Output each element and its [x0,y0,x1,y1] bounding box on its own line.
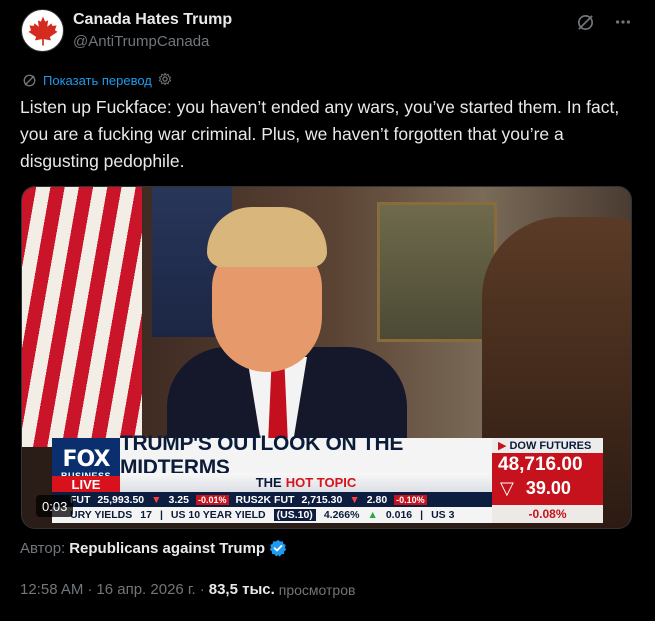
attribution: Автор: Republicans against Trump [20,539,287,557]
dow-title: ▶ DOW FUTURES [492,438,603,453]
grok-button[interactable] [575,12,595,32]
dow-change: ▽ 39.00 [500,478,571,498]
dow-value: 48,716.00 [498,454,583,475]
down-arrow-icon: ▽ [500,478,514,498]
more-button[interactable] [613,12,633,32]
dow-futures-box: ▶ DOW FUTURES 48,716.00 ▽ 39.00 -0.08% [492,438,603,523]
speaker-figure [167,207,407,467]
gear-icon[interactable] [158,72,172,89]
tweet-post: Canada Hates Trump @AntiTrumpCanada Пока… [0,0,655,621]
author-display-name[interactable]: Canada Hates Trump [73,9,232,31]
hot-label: HOT TOPIC [285,475,357,490]
verified-badge-icon [269,539,287,557]
separator: · [87,581,93,598]
down-arrow-icon: ▼ [151,493,162,506]
attribution-prefix: Автор: [20,539,66,557]
video-timer: 0:03 [36,495,74,517]
ticker-row-2: URY YIELDS 17 | US 10 YEAR YIELD (US.10)… [52,507,492,523]
network-name: FOX [62,447,111,472]
views-count: 83,5 тыс. [208,581,275,598]
post-date[interactable]: 16 апр. 2026 г. [96,581,195,598]
views-label: просмотров [278,581,356,598]
author-handle[interactable]: @AntiTrumpCanada [73,31,232,53]
hot-topic-bar: THE HOT TOPIC [120,473,492,492]
author-block: Canada Hates Trump @AntiTrumpCanada [73,9,232,53]
dow-pct: -0.08% [492,505,603,523]
maple-leaf-icon [28,16,57,45]
attribution-source[interactable]: Republicans against Trump [69,540,265,557]
translate-icon [23,74,36,87]
grok-icon [577,14,593,30]
separator: · [199,581,205,598]
more-icon [615,20,631,24]
market-ticker: FUT 25,993.50 ▼ 3.25 -0.01% RUS2K FUT 2,… [52,492,492,523]
hot-prefix: THE [255,475,282,490]
translate-bar: Показать перевод [22,72,172,89]
post-time[interactable]: 12:58 AM [20,581,83,598]
ticker-row-1: FUT 25,993.50 ▼ 3.25 -0.01% RUS2K FUT 2,… [70,493,427,506]
tweet-text: Listen up Fuckface: you haven’t ended an… [20,97,620,171]
avatar[interactable] [21,9,64,52]
video-player[interactable]: FOX BUSINESS LIVE TRUMP'S OUTLOOK ON THE… [21,186,632,529]
translate-link[interactable]: Показать перевод [43,73,152,88]
news-banner: FOX BUSINESS LIVE TRUMP'S OUTLOOK ON THE… [52,432,603,523]
headline-box: TRUMP'S OUTLOOK ON THE MIDTERMS [120,432,492,479]
down-arrow-icon: ▼ [349,493,360,506]
live-badge: LIVE [52,476,120,492]
american-flag [22,187,142,447]
top-actions [575,12,633,32]
tweet-meta: 12:58 AM · 16 апр. 2026 г. · 83,5 тыс. п… [20,581,355,598]
up-arrow-icon: ▲ [367,509,378,521]
